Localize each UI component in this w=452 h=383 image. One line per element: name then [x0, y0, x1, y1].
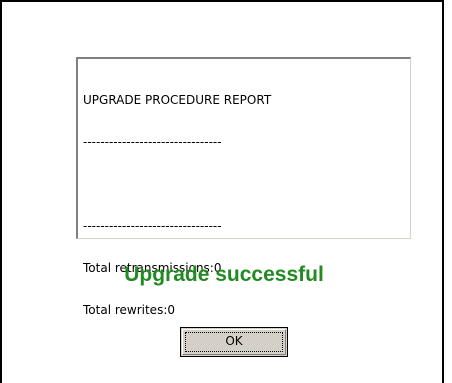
report-textbox[interactable]: UPGRADE PROCEDURE REPORT ---------------… — [76, 57, 411, 317]
ok-button[interactable]: OK — [180, 327, 288, 357]
report-text: UPGRADE PROCEDURE REPORT ---------------… — [83, 65, 406, 345]
upgrade-status-message: Upgrade successful — [124, 263, 324, 286]
report-separator-top: -------------------------------- — [83, 135, 222, 149]
report-title: UPGRADE PROCEDURE REPORT — [83, 93, 272, 107]
report-rewrites: Total rewrites:0 — [83, 303, 175, 317]
upgrade-dialog: UPGRADE PROCEDURE REPORT ---------------… — [0, 0, 444, 383]
ok-button-label: OK — [225, 334, 243, 348]
report-separator-bottom: -------------------------------- — [83, 219, 222, 233]
report-blank-line — [83, 177, 406, 191]
